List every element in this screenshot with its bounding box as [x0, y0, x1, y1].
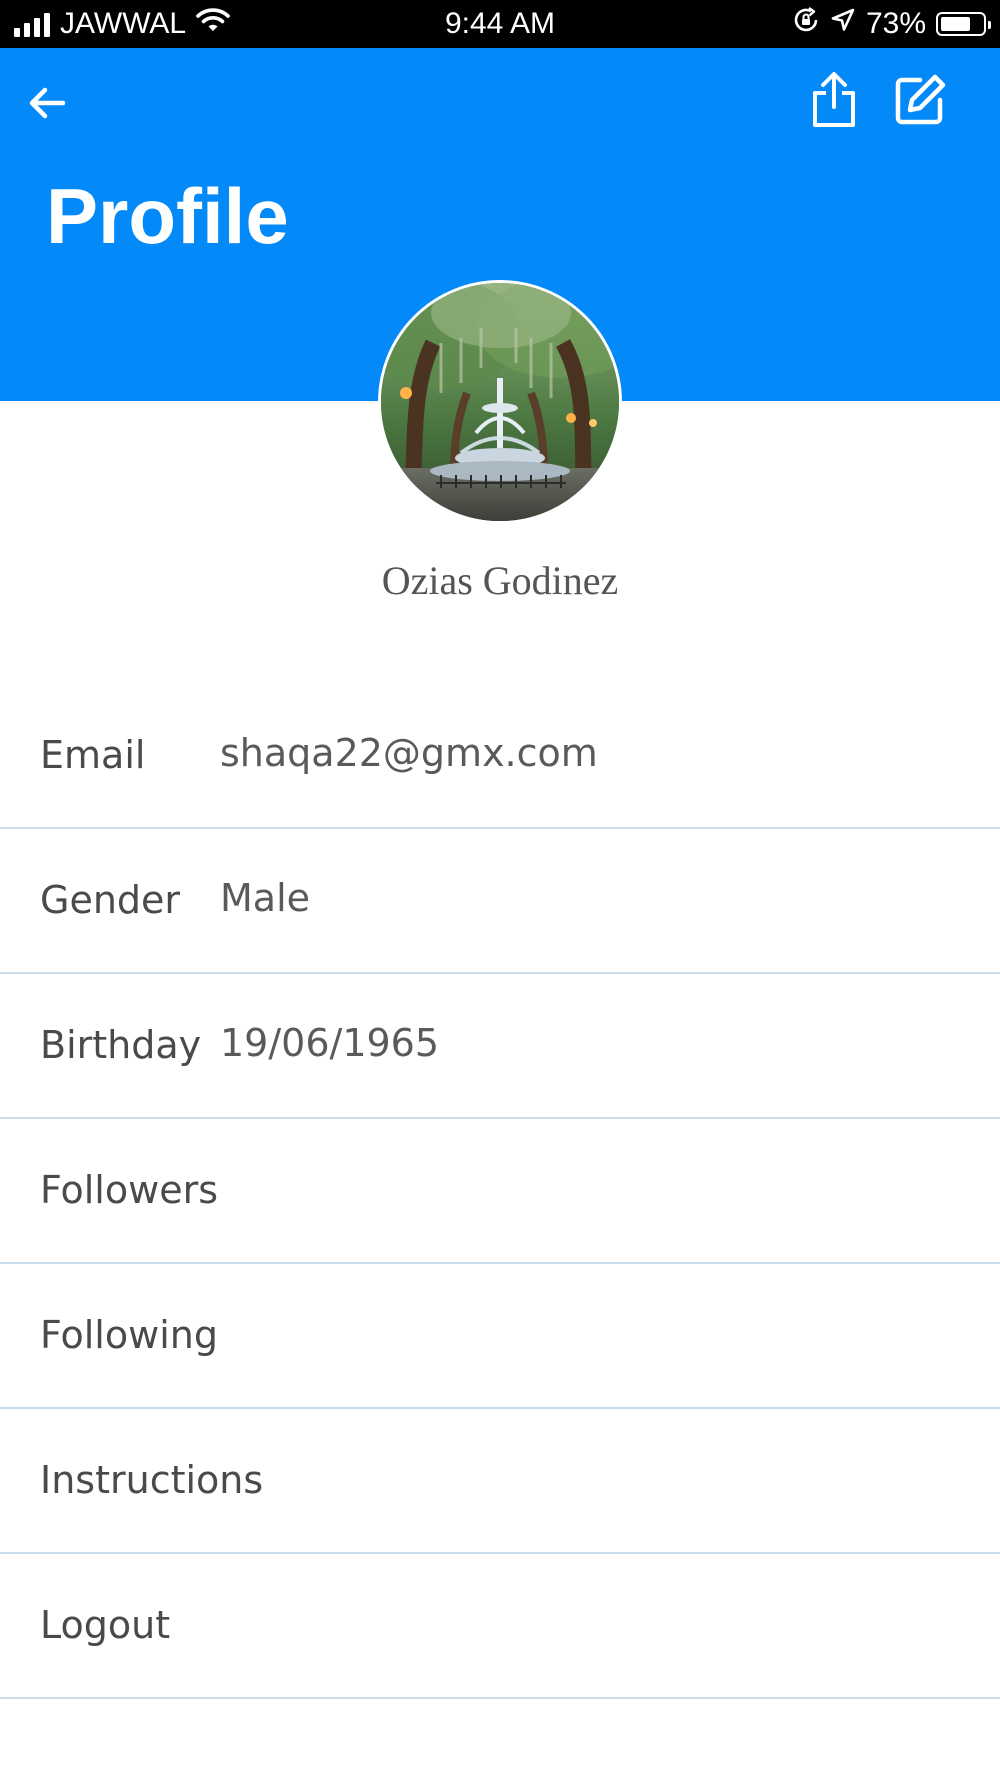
birthday-value: 19/06/1965 — [220, 1021, 440, 1065]
instructions-label: Instructions — [40, 1458, 264, 1502]
page-title: Profile — [46, 172, 289, 260]
avatar[interactable] — [378, 280, 622, 524]
orientation-lock-icon — [792, 6, 820, 42]
battery-level — [941, 17, 970, 31]
logout-label: Logout — [40, 1603, 171, 1647]
gender-row: Gender Male — [0, 829, 1000, 974]
birthday-row: Birthday 19/06/1965 — [0, 974, 1000, 1119]
edit-icon — [895, 74, 946, 125]
share-icon — [813, 72, 855, 127]
status-bar: JAWWAL 9:44 AM 73% — [0, 0, 1000, 48]
gender-value: Male — [220, 876, 311, 920]
share-button[interactable] — [806, 70, 862, 130]
followers-label: Followers — [40, 1168, 218, 1212]
arrow-left-icon — [29, 87, 66, 119]
birthday-label: Birthday — [40, 1023, 202, 1067]
status-bar-right: 73% — [792, 6, 991, 42]
battery-percent: 73% — [865, 7, 926, 40]
email-row: Email shaqa22@gmx.com — [0, 684, 1000, 829]
instructions-item[interactable]: Instructions — [0, 1409, 1000, 1554]
email-value: shaqa22@gmx.com — [220, 731, 598, 775]
profile-list: Email shaqa22@gmx.com Gender Male Birthd… — [0, 684, 1000, 1699]
logout-button[interactable]: Logout — [0, 1554, 1000, 1699]
avatar-image — [381, 283, 619, 521]
profile-name: Ozias Godinez — [381, 558, 619, 603]
email-label: Email — [40, 733, 146, 777]
edit-button[interactable] — [890, 70, 950, 130]
gender-label: Gender — [40, 878, 181, 922]
following-label: Following — [40, 1313, 218, 1357]
location-icon — [830, 7, 856, 41]
following-item[interactable]: Following — [0, 1264, 1000, 1409]
battery-icon — [936, 12, 991, 36]
followers-item[interactable]: Followers — [0, 1119, 1000, 1264]
back-button[interactable] — [22, 78, 72, 128]
